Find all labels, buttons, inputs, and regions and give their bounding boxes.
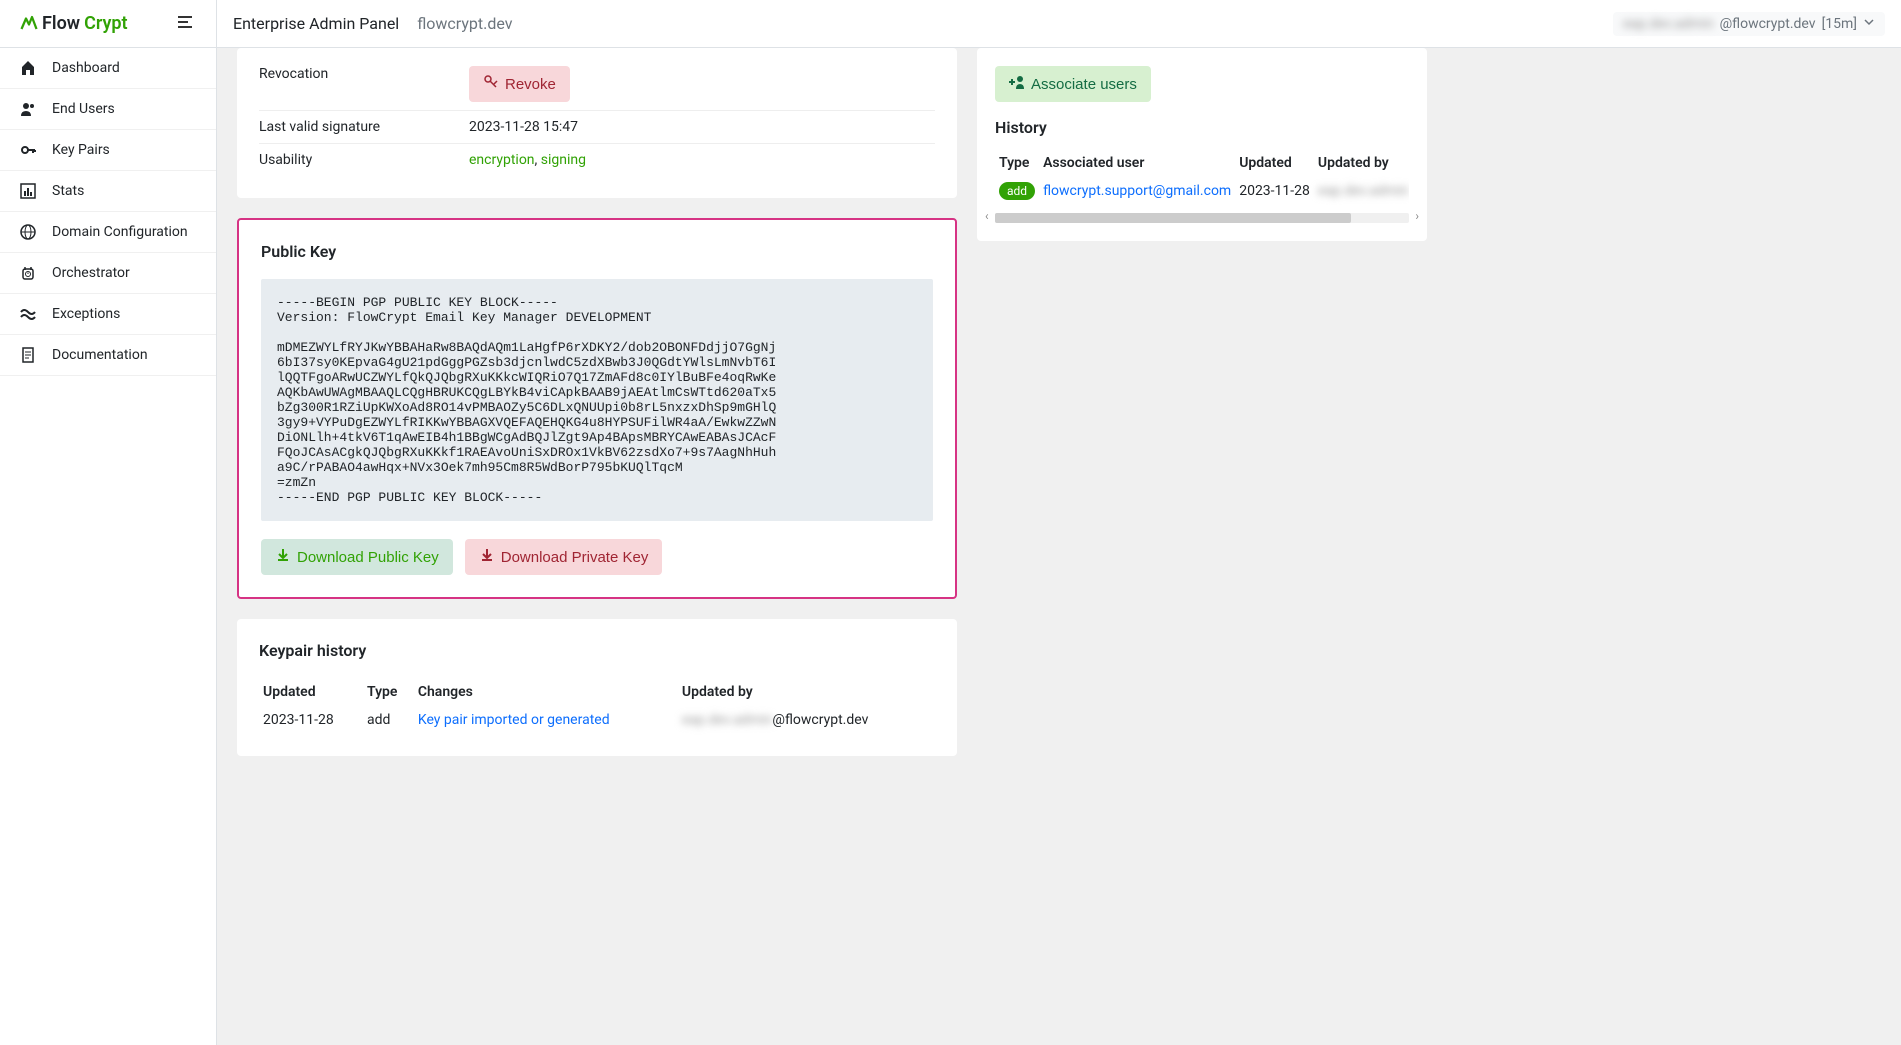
last-valid-value: 2023-11-28 15:47: [469, 119, 935, 135]
wave-icon: [18, 306, 38, 322]
col-type: Type: [995, 149, 1039, 177]
nav-label: Stats: [52, 183, 84, 199]
cell-by-suffix: @flowc: [1408, 183, 1409, 199]
last-valid-label: Last valid signature: [259, 119, 469, 135]
usability-label: Usability: [259, 152, 469, 168]
sidebar: FlowCrypt Dashboard End Users Key Pairs …: [0, 0, 217, 1045]
nav-list: Dashboard End Users Key Pairs Stats Doma…: [0, 48, 216, 376]
cell-changes[interactable]: Key pair imported or generated: [418, 712, 610, 728]
logo[interactable]: FlowCrypt: [20, 12, 128, 36]
col-updated-by: Updated by: [678, 678, 935, 706]
public-key-block: -----BEGIN PGP PUBLIC KEY BLOCK----- Ver…: [261, 279, 933, 521]
col-updated: Updated: [1235, 149, 1314, 177]
download-private-key-button[interactable]: Download Private Key: [465, 539, 663, 575]
public-key-card: Public Key -----BEGIN PGP PUBLIC KEY BLO…: [237, 218, 957, 599]
nav-item-domain-config[interactable]: Domain Configuration: [0, 212, 216, 253]
association-history-table: Type Associated user Updated Updated by …: [995, 149, 1409, 205]
chevron-down-icon: [1863, 16, 1875, 32]
nav-label: Key Pairs: [52, 142, 110, 158]
nav-item-orchestrator[interactable]: Orchestrator: [0, 253, 216, 294]
keypair-history-title: Keypair history: [259, 641, 935, 660]
table-row: 2023-11-28 add Key pair imported or gene…: [259, 706, 935, 734]
nav-item-key-pairs[interactable]: Key Pairs: [0, 130, 216, 171]
nav-label: Documentation: [52, 347, 148, 363]
user-email-suffix: @flowcrypt.dev: [1720, 16, 1816, 32]
table-row: add flowcrypt.support@gmail.com 2023-11-…: [995, 177, 1409, 205]
revoke-button[interactable]: Revoke: [469, 66, 570, 102]
logo-area: FlowCrypt: [0, 0, 216, 48]
nav-item-end-users[interactable]: End Users: [0, 89, 216, 130]
revoke-label: Revoke: [505, 76, 556, 93]
header-domain: flowcrypt.dev: [417, 14, 512, 33]
logo-text-crypt: Crypt: [84, 13, 128, 34]
users-icon: [18, 101, 38, 117]
col-updated-by: Updated by: [1314, 149, 1409, 177]
associate-users-button[interactable]: Associate users: [995, 66, 1151, 102]
download-pub-label: Download Public Key: [297, 549, 439, 566]
nav-label: Exceptions: [52, 306, 120, 322]
add-user-icon: [1009, 74, 1025, 94]
col-changes: Changes: [414, 678, 678, 706]
cell-updated: 2023-11-28: [1235, 177, 1314, 205]
cell-updated: 2023-11-28: [259, 706, 363, 734]
cell-by-hidden: eap.dev.admin: [1318, 183, 1409, 199]
nav-item-exceptions[interactable]: Exceptions: [0, 294, 216, 335]
nav-item-stats[interactable]: Stats: [0, 171, 216, 212]
usability-signing[interactable]: signing: [541, 152, 586, 168]
header: Enterprise Admin Panel flowcrypt.dev eap…: [217, 0, 1901, 48]
type-badge: add: [999, 182, 1035, 200]
download-priv-label: Download Private Key: [501, 549, 649, 566]
revoke-icon: [483, 74, 499, 94]
history-title: History: [995, 118, 1409, 137]
cell-by-hidden: eap.dev.admin: [682, 712, 773, 728]
cell-by-suffix: @flowcrypt.dev: [772, 712, 868, 728]
doc-icon: [18, 347, 38, 363]
cell-type: add: [363, 706, 414, 734]
nav-label: Domain Configuration: [52, 224, 188, 240]
stats-icon: [18, 183, 38, 199]
menu-toggle-icon[interactable]: [178, 13, 196, 34]
key-icon: [18, 142, 38, 158]
logo-icon: [20, 12, 38, 36]
download-icon: [479, 547, 495, 567]
keypair-history-table: Updated Type Changes Updated by 2023-11-…: [259, 678, 935, 734]
download-icon: [275, 547, 291, 567]
session-time: [15m]: [1822, 16, 1857, 32]
usability-encryption[interactable]: encryption: [469, 152, 535, 168]
key-details-card: Revocation Revoke Last valid signature 2…: [237, 48, 957, 198]
download-public-key-button[interactable]: Download Public Key: [261, 539, 453, 575]
logo-text-flow: Flow: [42, 13, 80, 34]
associate-users-label: Associate users: [1031, 76, 1137, 93]
revocation-label: Revocation: [259, 66, 469, 102]
col-type: Type: [363, 678, 414, 706]
horizontal-scrollbar[interactable]: [995, 213, 1409, 223]
associated-users-card: Associate users History Type Associated …: [977, 48, 1427, 241]
globe-icon: [18, 224, 38, 240]
col-updated: Updated: [259, 678, 363, 706]
user-menu[interactable]: eap.dev.admin @flowcrypt.dev [15m]: [1613, 12, 1885, 36]
nav-label: Dashboard: [52, 60, 120, 76]
nav-item-documentation[interactable]: Documentation: [0, 335, 216, 376]
nav-label: Orchestrator: [52, 265, 130, 281]
home-icon: [18, 60, 38, 76]
user-name-hidden: eap.dev.admin: [1623, 16, 1714, 32]
public-key-title: Public Key: [261, 242, 933, 261]
col-user: Associated user: [1039, 149, 1235, 177]
clock-icon: [18, 265, 38, 281]
nav-item-dashboard[interactable]: Dashboard: [0, 48, 216, 89]
page-title: Enterprise Admin Panel: [233, 14, 399, 33]
cell-user[interactable]: flowcrypt.support@gmail.com: [1043, 183, 1231, 199]
keypair-history-card: Keypair history Updated Type Changes Upd…: [237, 619, 957, 756]
nav-label: End Users: [52, 101, 115, 117]
